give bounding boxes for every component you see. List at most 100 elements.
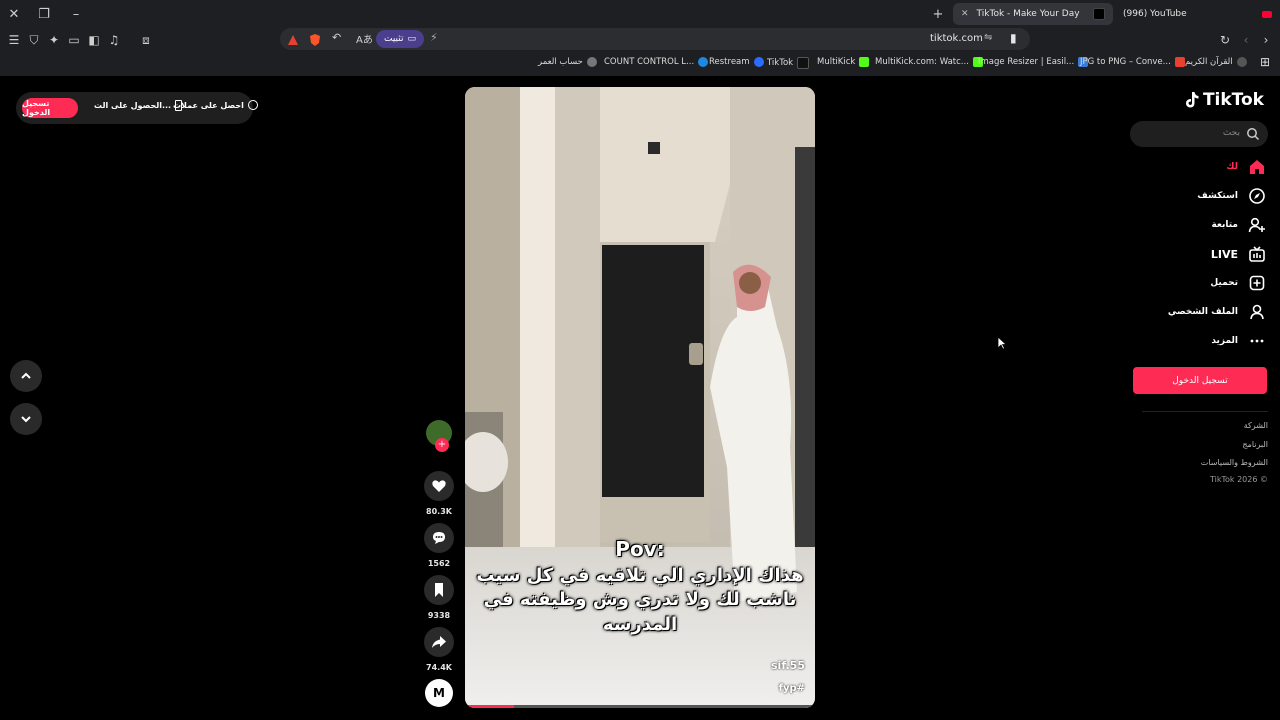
bookmark-label: حساب العمر [538, 57, 583, 67]
get-app-button[interactable]: الحصول على الت... [94, 100, 183, 111]
sidebar-item-explore[interactable]: استكشف [1197, 185, 1266, 207]
share-icon[interactable] [424, 627, 454, 657]
like-action[interactable]: 80.3K [423, 471, 455, 516]
undo-icon[interactable]: ↶ [332, 31, 341, 44]
music-icon[interactable]: ♫ [104, 30, 124, 50]
share-action[interactable]: 74.4K [423, 627, 455, 672]
next-video-button[interactable] [10, 403, 42, 435]
video-hashtag[interactable]: fyp# [779, 683, 805, 694]
footer-link-company[interactable]: الشركة [1244, 421, 1268, 430]
video-username[interactable]: sif.55 [771, 659, 805, 672]
tiktok-favicon-icon [1093, 8, 1105, 20]
search-input[interactable]: بحث [1130, 121, 1268, 147]
bookmark-item[interactable]: Restream [709, 57, 764, 67]
author-avatar[interactable]: + [423, 420, 455, 452]
url-text: tiktok.com [930, 33, 983, 44]
restore-window-icon[interactable]: ❐ [34, 4, 54, 24]
close-window-icon[interactable]: ✕ [4, 4, 24, 24]
favicon-icon [859, 57, 870, 67]
shield-icon[interactable]: ⛉ [24, 30, 44, 50]
bookmark-save-icon[interactable] [424, 575, 454, 605]
footer-link-terms[interactable]: الشروط والسياسات [1201, 458, 1268, 467]
sidebar-icon[interactable]: ◧ [84, 30, 104, 50]
sidebar-item-following[interactable]: متابعة [1211, 214, 1266, 236]
bookmark-item[interactable]: JPG to PNG – Conve... [1080, 57, 1185, 67]
follow-plus-icon[interactable]: + [435, 438, 449, 452]
forward-icon[interactable]: › [1256, 30, 1276, 50]
sound-disc-icon[interactable]: M [425, 679, 453, 707]
upload-icon [1249, 275, 1265, 291]
login-button[interactable]: تسجيل الدخول [1133, 367, 1267, 394]
sidebar-item-for-you[interactable]: لك [1226, 156, 1266, 178]
get-coins-button[interactable]: احصل على عملات [173, 100, 258, 110]
sidebar-item-upload[interactable]: تحميل [1210, 272, 1266, 294]
tab-label: (996) YouTube [1123, 9, 1187, 19]
coin-icon [247, 100, 258, 110]
address-bar[interactable]: ↶ Aあ تثبيت ▭ ⚡ tiktok.com ⇋ ▮ [280, 28, 1030, 50]
minimize-window-icon[interactable]: – [66, 4, 86, 24]
reader-icon[interactable]: ⚡ [430, 31, 438, 44]
back-icon[interactable]: ‹ [1236, 30, 1256, 50]
get-app-label: الحصول على الت... [94, 101, 172, 110]
tiktok-logo[interactable]: TikTok [1184, 90, 1264, 110]
tabs-icon[interactable]: ▭ [64, 30, 84, 50]
footer-link-program[interactable]: البرنامج [1242, 440, 1268, 449]
profile-icon [1250, 304, 1264, 320]
previous-video-button[interactable] [10, 360, 42, 392]
favicon-icon [586, 57, 597, 67]
youtube-favicon-icon [1262, 10, 1272, 18]
caption-line: هذاك الإداري الي تلاقيه في كل سيب [476, 565, 804, 586]
save-action[interactable]: 9338 [423, 575, 455, 620]
progress-track[interactable] [465, 705, 815, 708]
menu-icon[interactable]: ☰ [4, 30, 24, 50]
tab-youtube[interactable]: (996) YouTube [1115, 3, 1280, 25]
puzzle-icon[interactable]: ✦ [44, 30, 64, 50]
screenshot-icon[interactable]: ⧈ [136, 30, 156, 50]
footer-copyright: TikTok 2026 © [1210, 475, 1268, 484]
sidebar-item-profile[interactable]: الملف الشخصي [1168, 301, 1266, 323]
install-button[interactable]: تثبيت ▭ [376, 30, 424, 48]
bookmark-label: MultiKick.com: Watc... [875, 57, 969, 67]
close-tab-icon[interactable]: ✕ [961, 9, 969, 19]
share-count: 74.4K [426, 663, 452, 672]
comment-action[interactable]: 1562 [423, 523, 455, 568]
reload-icon[interactable]: ↻ [1215, 30, 1235, 50]
bookmark-label: JPG to PNG – Conve... [1080, 57, 1171, 67]
translate-icon[interactable]: Aあ [356, 31, 373, 46]
get-coins-label: احصل على عملات [173, 100, 244, 110]
tab-tiktok[interactable]: ✕ TikTok - Make Your Day [953, 3, 1113, 25]
more-icon [1250, 339, 1264, 343]
bookmark-label: MultiKick [817, 57, 856, 67]
video-player[interactable]: Pov: هذاك الإداري الي تلاقيه في كل سيب ن… [465, 87, 815, 708]
bookmark-item[interactable]: TikTok [767, 57, 810, 69]
heart-icon[interactable] [424, 471, 454, 501]
bookmark-label: COUNT CONTROL L... [604, 57, 695, 67]
music-disc[interactable]: M [423, 679, 455, 707]
bookmark-item[interactable]: Image Resizer | Easil... [978, 57, 1089, 67]
sidebar-item-live[interactable]: LIVE [1211, 243, 1266, 265]
comment-icon[interactable] [424, 523, 454, 553]
brave-rewards-icon[interactable] [286, 32, 300, 46]
bookmark-label: Restream [709, 57, 750, 67]
bookmark-item[interactable]: MultiKick.com: Watc... [875, 57, 983, 67]
brave-shield-icon[interactable] [308, 32, 322, 46]
sidebar-item-label: LIVE [1210, 247, 1238, 261]
apps-grid-icon[interactable]: ⊞ [1260, 55, 1270, 69]
user-plus-icon [1248, 217, 1265, 233]
sidebar-item-more[interactable]: المزيد [1211, 330, 1266, 352]
chevron-down-icon [21, 416, 31, 423]
new-tab-icon[interactable]: + [928, 4, 948, 24]
bookmark-item[interactable]: MultiKick [817, 57, 870, 67]
search-icon[interactable] [1246, 127, 1260, 141]
caption-line: المدرسه [602, 614, 678, 635]
site-settings-icon[interactable]: ⇋ [984, 32, 992, 43]
sidebar-item-label: تحميل [1210, 278, 1238, 288]
tiktok-page: تسجيل الدخول الحصول على الت... احصل على … [0, 76, 1280, 720]
bookmark-item[interactable]: القرآن الكريم [1185, 57, 1247, 67]
bookmark-item[interactable]: COUNT CONTROL L... [604, 57, 709, 67]
bookmark-label: Image Resizer | Easil... [978, 57, 1075, 67]
avatar[interactable]: + [426, 420, 452, 452]
bookmark-item[interactable]: حساب العمر [538, 57, 597, 67]
bookmark-icon[interactable]: ▮ [1010, 31, 1017, 45]
pill-login-button[interactable]: تسجيل الدخول [22, 98, 78, 118]
